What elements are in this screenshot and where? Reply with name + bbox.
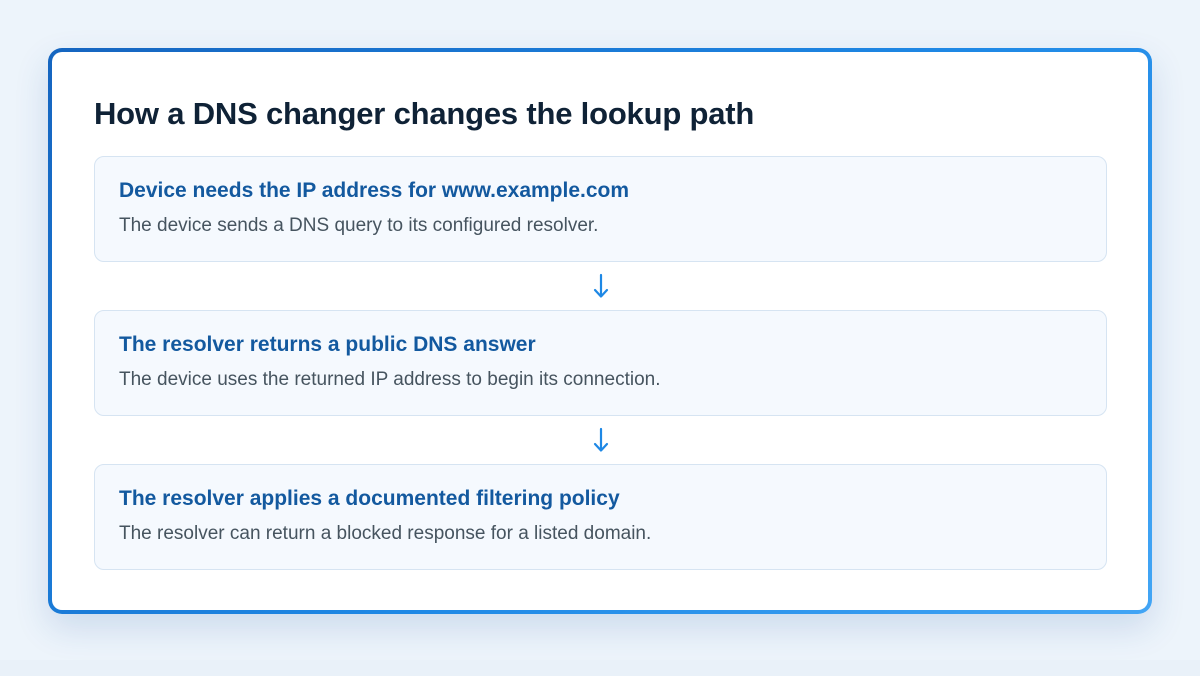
diagram-title: How a DNS changer changes the lookup pat…	[94, 96, 755, 131]
arrow-down-icon	[593, 273, 608, 298]
background-strip	[0, 660, 1200, 676]
step-description: The device sends a DNS query to its conf…	[119, 215, 599, 236]
flow-step-public-answer: The resolver returns a public DNS answer…	[94, 310, 1107, 416]
flow-connector	[94, 416, 1107, 464]
step-description: The device uses the returned IP address …	[119, 369, 661, 390]
flow-step-filtering-policy: The resolver applies a documented filter…	[94, 464, 1107, 570]
flow-connector	[94, 262, 1107, 310]
flow-step-device-query: Device needs the IP address for www.exam…	[94, 156, 1107, 262]
arrow-down-icon	[593, 427, 608, 452]
step-description: The resolver can return a blocked respon…	[119, 523, 652, 544]
flow-steps: Device needs the IP address for www.exam…	[94, 156, 1107, 570]
step-title: The resolver returns a public DNS answer	[119, 333, 536, 356]
step-title: Device needs the IP address for www.exam…	[119, 179, 630, 202]
diagram-card-body: How a DNS changer changes the lookup pat…	[52, 52, 1148, 610]
diagram-card: How a DNS changer changes the lookup pat…	[48, 48, 1152, 614]
step-title: The resolver applies a documented filter…	[119, 487, 620, 510]
